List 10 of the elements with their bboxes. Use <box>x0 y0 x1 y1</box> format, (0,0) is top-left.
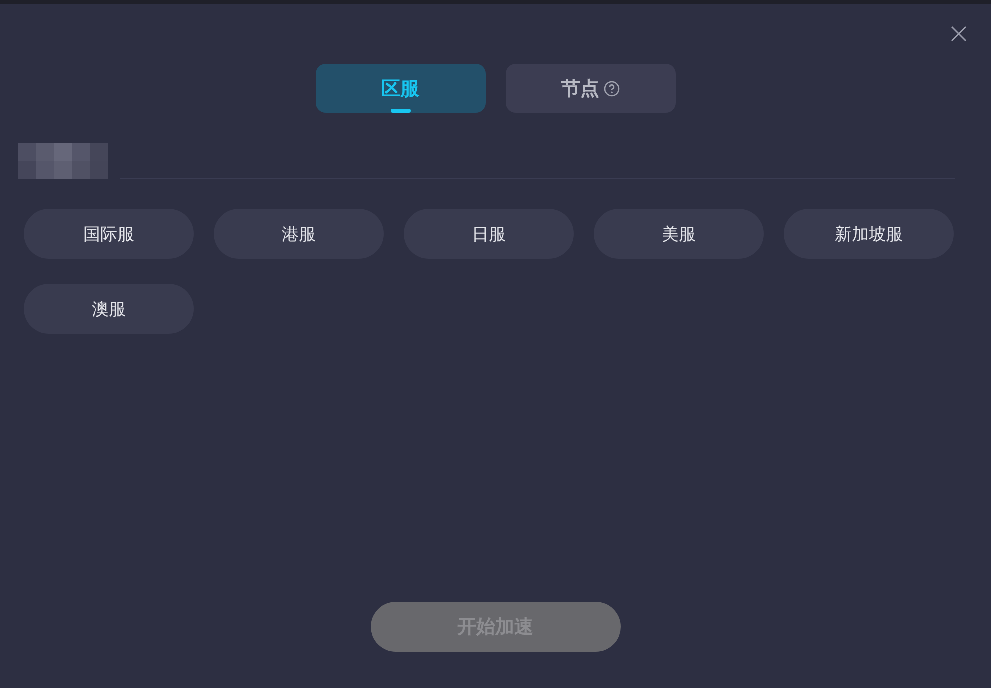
close-icon[interactable] <box>951 26 967 42</box>
tab[interactable]: 区服 <box>316 64 486 113</box>
region-option[interactable]: 国际服 <box>24 209 194 259</box>
region-option[interactable]: 新加坡服 <box>784 209 954 259</box>
region-option[interactable]: 日服 <box>404 209 574 259</box>
region-option[interactable]: 美服 <box>594 209 764 259</box>
help-icon[interactable] <box>604 80 620 96</box>
tab[interactable]: 节点 <box>506 64 676 113</box>
region-option[interactable]: 澳服 <box>24 284 194 334</box>
region-option[interactable]: 港服 <box>214 209 384 259</box>
